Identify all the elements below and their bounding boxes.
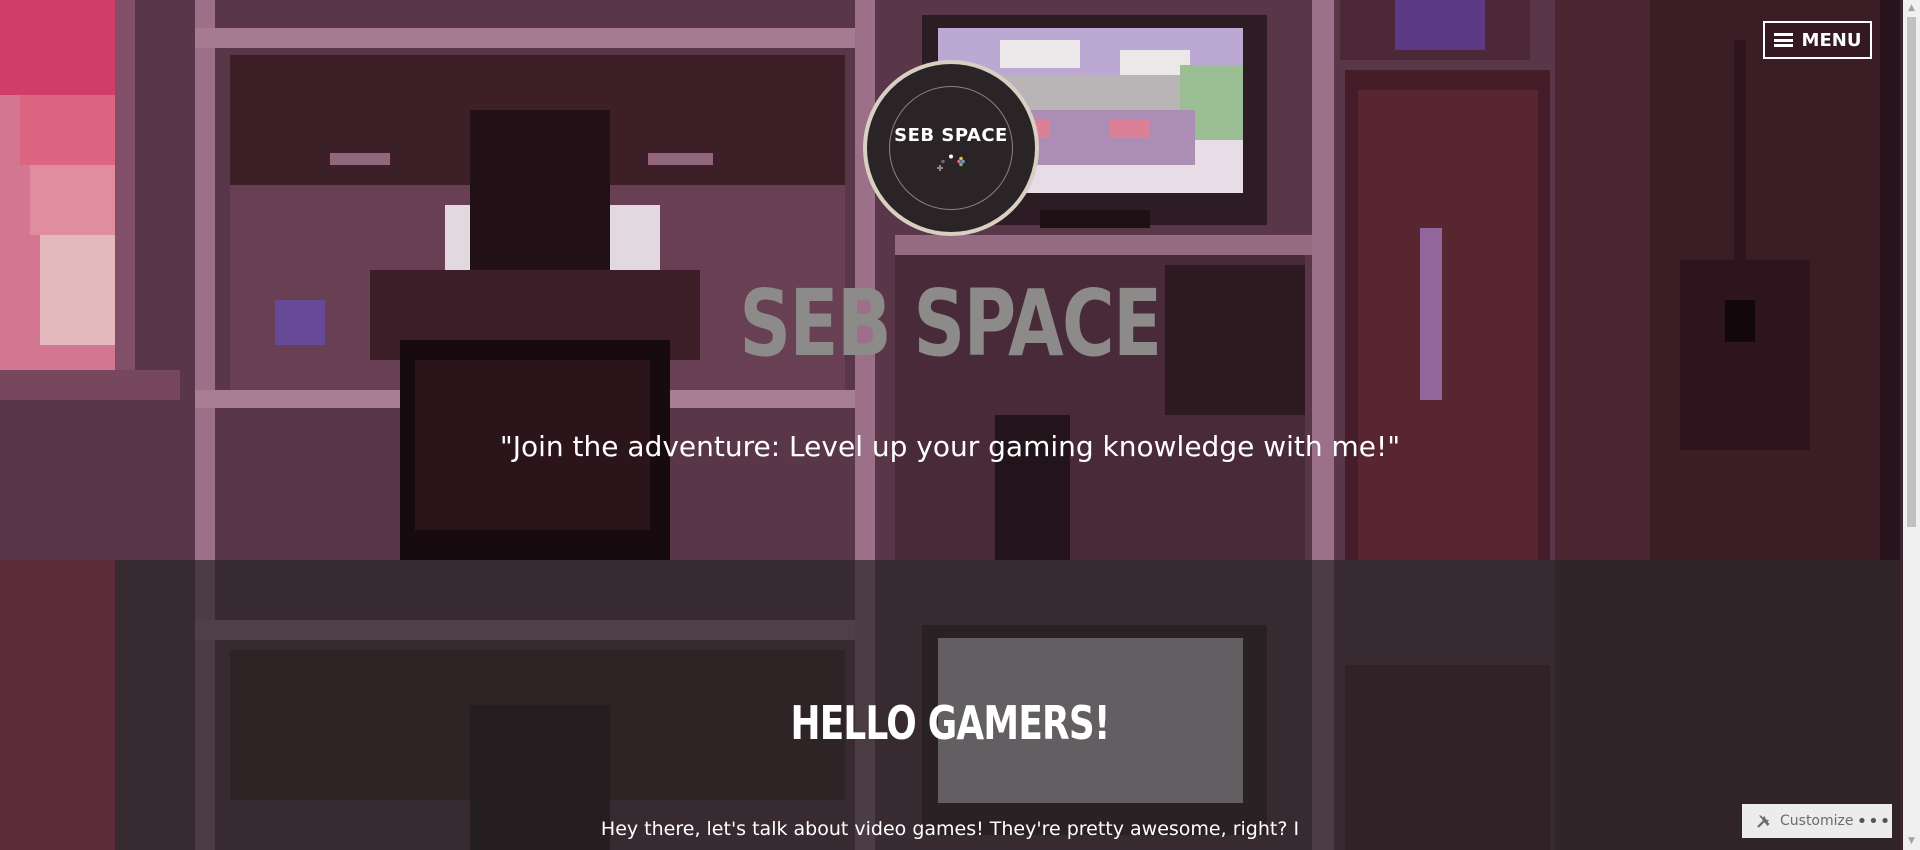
hamburger-icon <box>1773 33 1793 47</box>
site-tagline: "Join the adventure: Level up your gamin… <box>499 430 1401 463</box>
page-heading: HELLO GAMERS! <box>790 696 1110 750</box>
menu-button[interactable]: MENU <box>1763 21 1872 59</box>
customize-toolbar: Customize ••• <box>1742 804 1892 838</box>
gamepad-icon <box>937 154 965 171</box>
scrollbar-thumb[interactable] <box>1907 17 1916 527</box>
site-logo[interactable]: SEB SPACE <box>863 60 1039 236</box>
scroll-down-icon[interactable]: ▼ <box>1903 833 1920 850</box>
page: MENU SEB SPACE SEB SPACE "Join the adven… <box>0 0 1920 850</box>
more-icon[interactable]: ••• <box>1856 811 1892 832</box>
customize-label: Customize <box>1780 813 1854 829</box>
customize-button[interactable]: Customize <box>1742 813 1856 829</box>
logo-ring: SEB SPACE <box>889 86 1013 210</box>
menu-button-label: MENU <box>1801 29 1862 51</box>
logo-text: SEB SPACE <box>894 124 1008 146</box>
vertical-scrollbar[interactable]: ▲ ▼ <box>1903 0 1920 850</box>
intro-paragraph: Hey there, let's talk about video games!… <box>600 818 1300 840</box>
scroll-up-icon[interactable]: ▲ <box>1903 0 1920 17</box>
site-title[interactable]: SEB SPACE <box>209 278 1691 370</box>
tools-icon <box>1757 815 1770 828</box>
